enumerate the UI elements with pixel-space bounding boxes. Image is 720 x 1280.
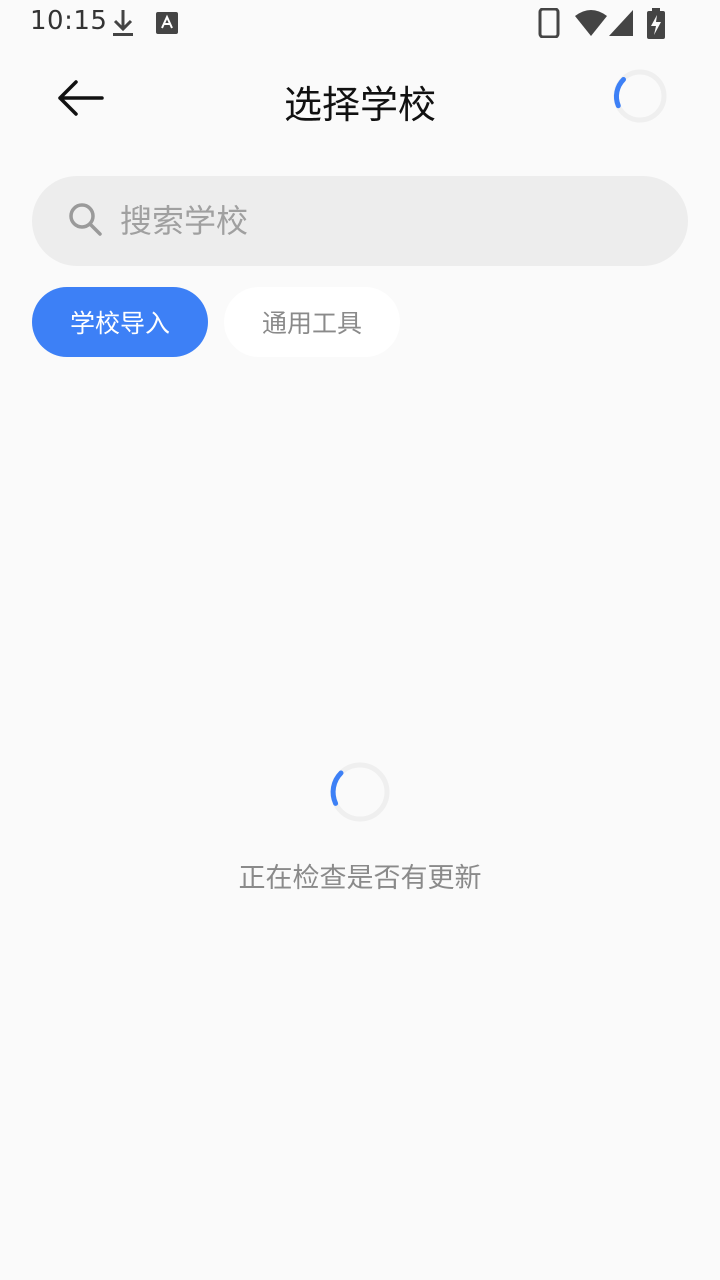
search-box[interactable] [32, 176, 688, 266]
loading-status-text: 正在检查是否有更新 [238, 863, 482, 894]
wifi-icon [574, 8, 608, 42]
app-header: 选择学校 [0, 56, 720, 146]
status-time: 10:15 [30, 6, 108, 36]
loading-spinner-icon [612, 68, 668, 124]
status-bar: 10:15 [0, 0, 720, 48]
loading-spinner-icon [328, 760, 392, 824]
phone-icon [538, 7, 560, 42]
search-input[interactable] [120, 176, 660, 266]
search-icon [68, 202, 104, 242]
signal-icon [608, 8, 634, 42]
battery-charging-icon [646, 8, 666, 44]
download-icon [110, 8, 136, 42]
tab-general-tools[interactable]: 通用工具 [224, 287, 400, 357]
tab-school-import[interactable]: 学校导入 [32, 287, 208, 357]
keyboard-a-icon [156, 12, 178, 38]
